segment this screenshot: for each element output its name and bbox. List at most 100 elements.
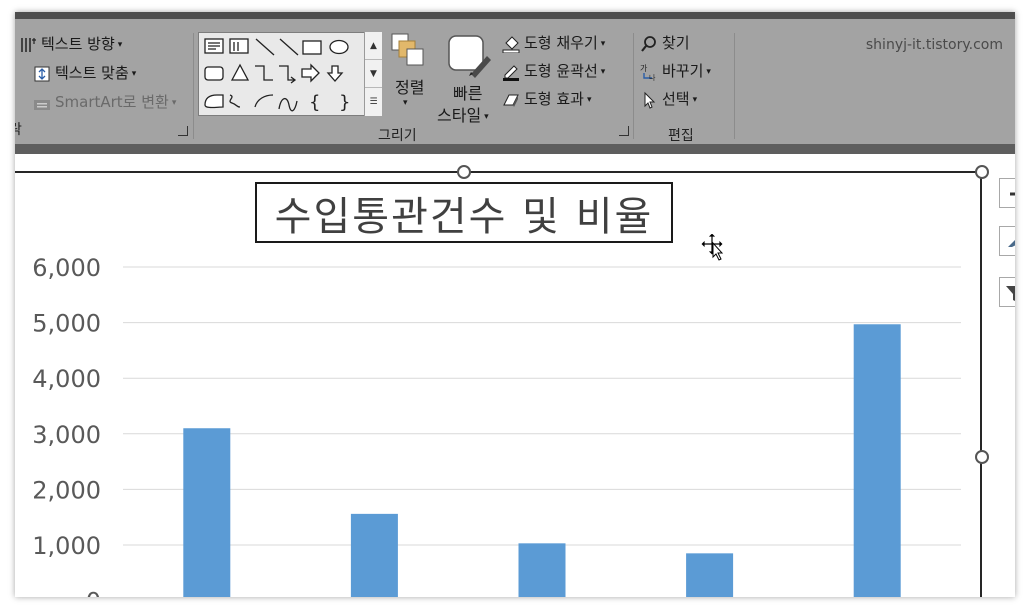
ribbon-separator: [734, 33, 735, 139]
chart-styles-button[interactable]: [999, 226, 1015, 256]
paragraph-group-label: 락: [15, 122, 22, 138]
y-tick-label: 0: [86, 588, 101, 597]
text-align-icon: [34, 66, 50, 81]
drawing-group-label: 그리기: [378, 128, 417, 144]
convert-smartart-button[interactable]: SmartArt로 변환 ▾: [33, 91, 176, 112]
filter-icon: [1006, 286, 1015, 301]
find-button[interactable]: 찾기: [640, 32, 690, 53]
gallery-scroll-down-icon[interactable]: ▼: [365, 60, 382, 88]
chart-elements-button[interactable]: [999, 178, 1015, 208]
quick-styles-icon: [448, 35, 491, 78]
search-icon: [641, 35, 656, 52]
shapes-gallery-icons: { }: [204, 38, 350, 113]
shape-fill-label: 도형 채우기: [524, 34, 598, 52]
smartart-icon: [34, 99, 50, 110]
chart-filters-button[interactable]: [999, 277, 1015, 307]
shape-fill-button[interactable]: 도형 채우기 ▾: [502, 32, 605, 53]
quick-styles-label-2-text: 스타일: [437, 106, 482, 125]
gallery-more-icon[interactable]: ☰: [365, 88, 382, 116]
shape-outline-label: 도형 윤곽선: [524, 62, 598, 80]
scribble-shape-icon: [229, 94, 241, 108]
replace-icon: 가나: [640, 64, 656, 81]
gallery-scroll-up-icon[interactable]: ▲: [365, 32, 382, 60]
arrange-icon: [391, 33, 424, 66]
text-direction-button[interactable]: 텍스트 방향 ▾: [19, 33, 122, 54]
chart-title-box[interactable]: 수입통관건수 및 비율: [255, 182, 673, 243]
shape-effects-button[interactable]: 도형 효과 ▾: [502, 88, 592, 109]
move-cursor-icon: [700, 232, 724, 261]
paragraph-launcher-icon[interactable]: [178, 126, 188, 136]
chevron-down-icon: ▾: [600, 66, 606, 77]
chevron-down-icon: ▾: [706, 66, 711, 77]
brush-icon: [1008, 240, 1015, 247]
y-tick-label: 2,000: [32, 476, 101, 504]
y-tick-label: 3,000: [32, 421, 101, 449]
down-arrow-shape-icon: [326, 65, 344, 82]
oval-shape-icon: [329, 39, 349, 55]
arrange-button[interactable]: 정렬 ▾: [389, 32, 433, 126]
arrange-label: 정렬: [395, 78, 425, 97]
pencil-icon: [503, 64, 519, 81]
gallery-scrollbar[interactable]: ▲ ▼ ☰: [364, 32, 382, 116]
text-align-label: 텍스트 맞춤: [55, 64, 129, 82]
chart-title: 수입통관건수 및 비율: [274, 193, 654, 240]
y-tick-label: 6,000: [32, 254, 101, 282]
rectangle-shape-icon: [302, 40, 322, 55]
freeform-shape-icon: [204, 94, 224, 109]
shape-effects-icon: [503, 94, 519, 107]
replace-button[interactable]: 가 나 바꾸기 ▾: [640, 60, 711, 81]
find-label: 찾기: [662, 34, 690, 52]
y-axis: 0 1,000 2,000 3,000 4,000 5,000 6,000: [32, 254, 101, 597]
text-direction-icon: [21, 37, 36, 52]
right-brace-shape-icon: }: [339, 92, 350, 113]
replace-label: 바꾸기: [662, 62, 704, 80]
plus-icon: [1010, 192, 1015, 196]
bars: [183, 324, 901, 597]
text-align-button[interactable]: 텍스트 맞춤 ▾: [33, 62, 136, 83]
vertical-textbox-shape-icon: [229, 38, 249, 54]
shape-outline-button[interactable]: 도형 윤곽선 ▾: [502, 60, 605, 81]
arc-shape-icon: [254, 94, 274, 108]
chevron-down-icon: ▾: [117, 39, 123, 50]
y-tick-label: 4,000: [32, 365, 101, 393]
chevron-down-icon: ▾: [131, 68, 137, 79]
drawing-launcher-icon[interactable]: [619, 126, 629, 136]
elbow-arrow-connector-icon: [279, 65, 297, 84]
chevron-down-icon: ▾: [586, 94, 592, 105]
bar-5[interactable]: [853, 324, 901, 597]
bar-1[interactable]: [183, 428, 231, 597]
line-shape-icon: [255, 38, 275, 56]
y-tick-label: 1,000: [32, 532, 101, 560]
app-window: 텍스트 방향 ▾ 텍스트 맞춤 ▾ SmartArt로 변환 ▾ 락 {} ▲…: [15, 12, 1015, 597]
arrow-line-shape-icon: [279, 38, 299, 56]
svg-text:나: 나: [649, 73, 656, 81]
chevron-down-icon: ▾: [484, 111, 489, 122]
select-label: 선택: [662, 90, 690, 108]
quick-styles-label-1: 빠른: [453, 84, 483, 103]
select-button[interactable]: 선택 ▾: [640, 88, 697, 109]
left-brace-shape-icon: {: [309, 92, 320, 113]
chevron-down-icon: ▾: [600, 38, 606, 49]
ribbon-separator: [633, 33, 634, 139]
cursor-arrow-icon: [644, 91, 656, 109]
chevron-down-icon: ▾: [171, 97, 177, 108]
watermark: shinyj-it.tistory.com: [865, 37, 1003, 53]
elbow-connector-icon: [255, 65, 273, 81]
shapes-gallery[interactable]: { }: [198, 32, 382, 116]
y-tick-label: 5,000: [32, 310, 101, 338]
ribbon-separator: [193, 33, 194, 139]
quick-styles-label-2: 스타일 ▾: [437, 102, 489, 126]
bar-2[interactable]: [350, 513, 398, 597]
text-direction-label: 텍스트 방향: [41, 35, 115, 53]
quick-styles-button[interactable]: 빠른 스타일 ▾: [435, 32, 499, 132]
right-arrow-shape-icon: [301, 63, 320, 83]
triangle-shape-icon: [230, 63, 250, 81]
svg-text:가: 가: [640, 64, 648, 73]
editing-group-label: 편집: [668, 128, 694, 144]
chevron-down-icon: ▾: [692, 94, 698, 105]
smartart-label: SmartArt로 변환: [55, 93, 169, 111]
bar-3[interactable]: [518, 543, 566, 597]
bar-4[interactable]: [686, 553, 734, 597]
curve-shape-icon: [278, 98, 298, 112]
paint-bucket-icon: [502, 35, 520, 53]
